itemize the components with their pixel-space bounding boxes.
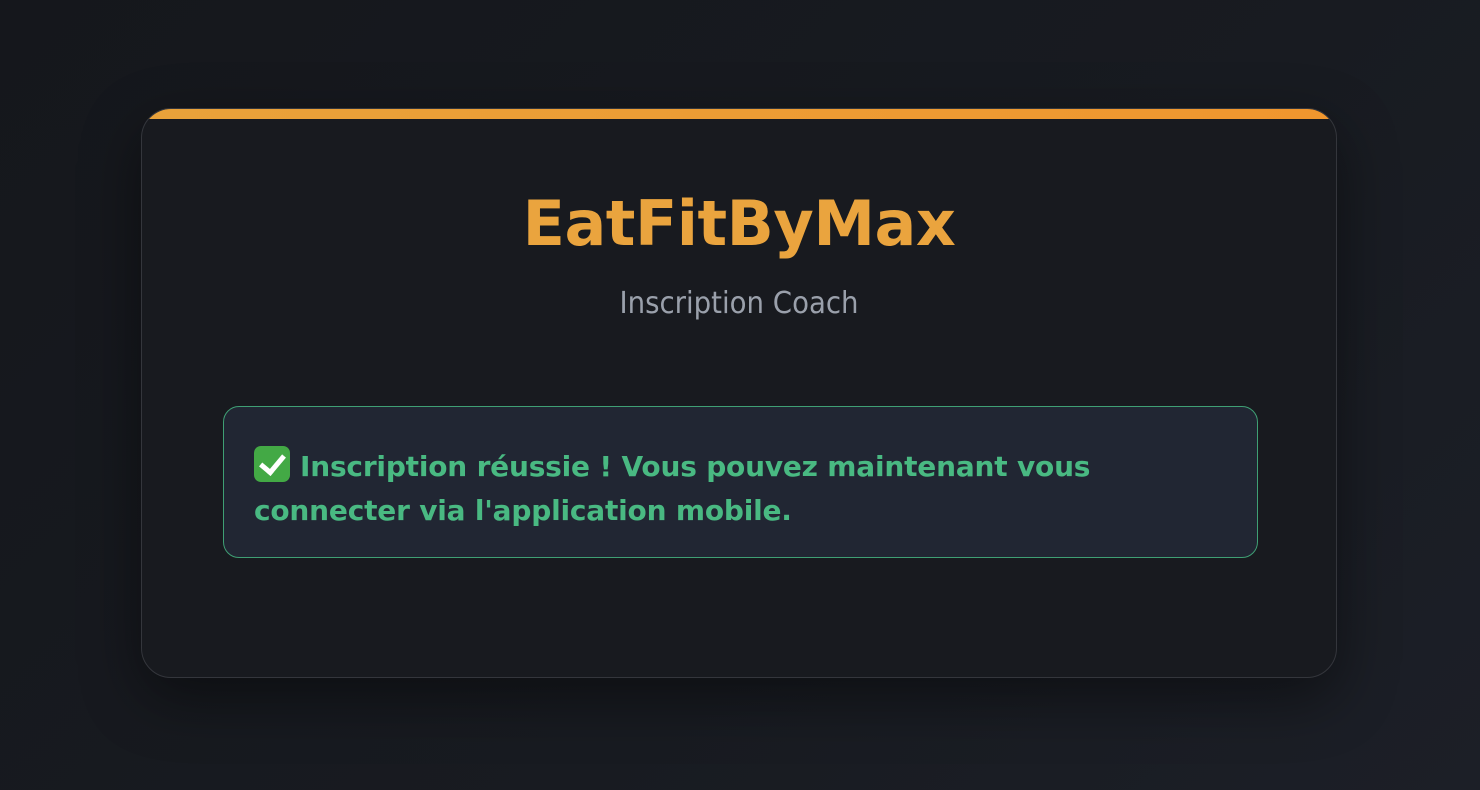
card-accent-bar — [142, 109, 1336, 119]
page-subtitle: Inscription Coach — [619, 286, 859, 321]
check-mark-icon — [254, 446, 290, 482]
success-message-line-2: connecter via l'application mobile. — [254, 494, 792, 527]
success-message-line-1: Inscription réussie ! Vous pouvez mainte… — [254, 445, 1227, 489]
success-message-text-1: Inscription réussie ! Vous pouvez mainte… — [300, 450, 1091, 483]
registration-card: EatFitByMax Inscription Coach Inscriptio… — [141, 108, 1337, 678]
brand-title: EatFitByMax — [522, 187, 956, 260]
success-alert: Inscription réussie ! Vous pouvez mainte… — [223, 406, 1258, 558]
